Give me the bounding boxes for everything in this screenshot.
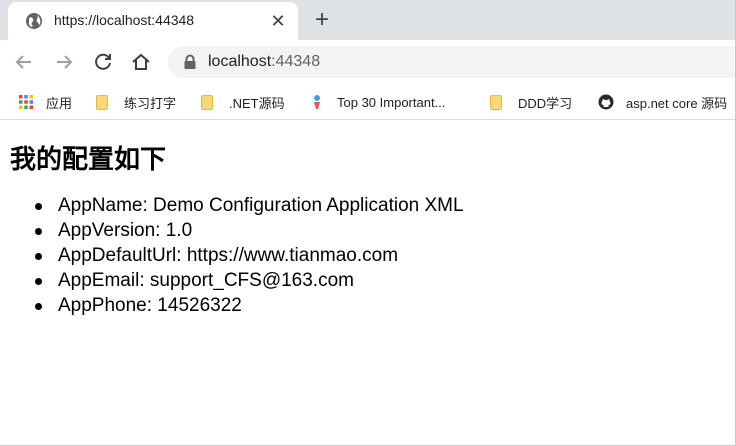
config-item-app-email: AppEmail: support_CFS@163.com — [0, 268, 464, 293]
config-item-text: AppEmail: support_CFS@163.com — [58, 270, 354, 291]
bookmark-dotnet-source[interactable]: .NET源码 — [201, 92, 285, 112]
home-icon[interactable] — [130, 51, 152, 73]
folder-icon — [96, 94, 108, 110]
bookmark-typing-practice[interactable]: 练习打字 — [96, 92, 176, 112]
bookmark-apps[interactable]: 应用 — [18, 92, 72, 112]
bookmark-aspnet-core-source[interactable]: asp.net core 源码 — [598, 92, 727, 112]
url-text[interactable]: localhost:44348 — [208, 53, 320, 71]
close-tab-icon[interactable]: ✕ — [268, 11, 288, 31]
back-arrow-icon[interactable] — [13, 51, 35, 73]
globe-icon — [26, 13, 42, 29]
bookmark-label: Top 30 Important... — [337, 94, 446, 110]
tab-strip: https://localhost:44348 ✕ + — [0, 0, 735, 40]
config-item-app-version: AppVersion: 1.0 — [0, 218, 464, 243]
bookmark-ddd-learning[interactable]: DDD学习 — [490, 92, 572, 112]
bookmark-top-30[interactable]: Top 30 Important... — [309, 92, 445, 112]
site-favicon — [314, 95, 320, 109]
address-bar[interactable]: localhost:44348 — [168, 46, 735, 78]
reload-icon[interactable] — [92, 51, 114, 73]
config-item-text: AppName: Demo Configuration Application … — [58, 195, 464, 216]
bullet-dot — [35, 303, 42, 310]
url-host: localhost — [208, 53, 272, 70]
bullet-dot — [35, 228, 42, 235]
bullet-dot — [35, 278, 42, 285]
bookmarks-bar: 应用 练习打字 .NET源码 Top 30 Important... DDD学习 — [0, 84, 735, 120]
bullet-dot — [35, 203, 42, 210]
lock-icon[interactable] — [183, 54, 197, 70]
url-port: :44348 — [271, 53, 321, 70]
config-item-app-default-url: AppDefaultUrl: https://www.tianmao.com — [0, 243, 464, 268]
forward-arrow-icon[interactable] — [53, 51, 75, 73]
config-list: AppName: Demo Configuration Application … — [0, 193, 464, 318]
folder-icon — [201, 94, 213, 110]
bookmark-label: 应用 — [46, 95, 73, 111]
config-item-text: AppDefaultUrl: https://www.tianmao.com — [58, 245, 399, 266]
config-item-app-phone: AppPhone: 14526322 — [0, 293, 464, 318]
config-item-app-name: AppName: Demo Configuration Application … — [0, 193, 464, 218]
browser-tab[interactable]: https://localhost:44348 ✕ — [8, 2, 298, 40]
bookmark-label: DDD学习 — [518, 95, 573, 111]
folder-icon — [490, 94, 502, 110]
browser-toolbar: localhost:44348 — [0, 40, 735, 84]
new-tab-button[interactable]: + — [311, 8, 333, 32]
browser-window: https://localhost:44348 ✕ + localhost:44… — [0, 0, 736, 446]
page-heading: 我的配置如下 — [10, 145, 167, 175]
bookmark-label: .NET源码 — [229, 95, 285, 111]
tab-title: https://localhost:44348 — [54, 12, 195, 28]
apps-grid-icon — [19, 95, 33, 109]
bullet-dot — [35, 253, 42, 260]
bookmark-label: 练习打字 — [124, 95, 177, 111]
bookmark-label: asp.net core 源码 — [626, 95, 728, 111]
github-icon — [598, 94, 614, 110]
config-item-text: AppVersion: 1.0 — [58, 220, 193, 241]
page-content: 我的配置如下 AppName: Demo Configuration Appli… — [0, 121, 735, 445]
config-item-text: AppPhone: 14526322 — [58, 295, 242, 316]
